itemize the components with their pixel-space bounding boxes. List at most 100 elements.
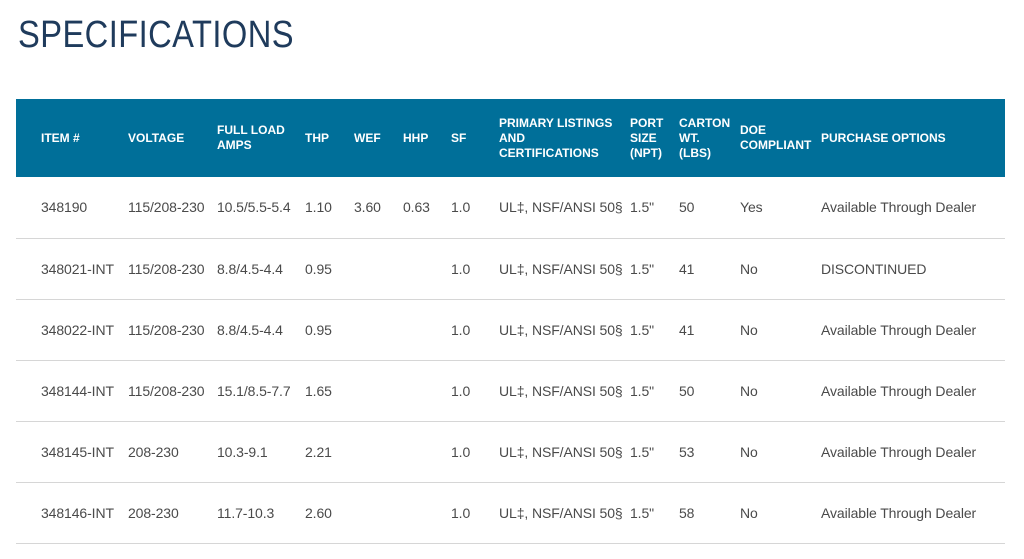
column-header: FULL LOAD AMPS (217, 99, 305, 177)
table-cell: 1.0 (451, 382, 471, 399)
column-header-line: CERTIFICATIONS (499, 145, 599, 160)
table-cell: 53 (679, 443, 695, 460)
table-header-row: ITEM # VOLTAGE FULL LOAD AMPS THP WEF HHP SF PRI… (16, 99, 1005, 177)
column-header-line: SF (451, 130, 467, 145)
table-cell: 41 (679, 321, 695, 338)
column-header: ITEM # (16, 99, 128, 177)
table-cell: 10.3-9.1 (217, 443, 268, 460)
column-header-line: (NPT) (630, 145, 662, 160)
table-cell: 2.60 (305, 504, 332, 521)
table-cell: 1.5" (630, 504, 655, 521)
table-cell: No (740, 382, 758, 399)
table-cell: 1.5" (630, 321, 655, 338)
table-cell: 2.21 (305, 443, 332, 460)
column-header: PRIMARY LISTINGS AND CERTIFICATIONS (499, 99, 630, 177)
table-cell: 115/208-230 (128, 382, 205, 399)
column-header: THP (305, 99, 354, 177)
table-cell: 1.10 (305, 199, 332, 216)
table-row: 348190 115/208-230 10.5/5.5-5.4 1.10 3.60 0.6… (16, 177, 1005, 238)
table-cell: 115/208-230 (128, 260, 205, 277)
table-cell: No (740, 504, 758, 521)
table-row: 348144-INT 115/208-230 15.1/8.5-7.7 1.65 1.0… (16, 360, 1005, 421)
table-cell: 1.0 (451, 443, 471, 460)
column-header-line: DOE (740, 123, 767, 137)
table-cell: 50 (679, 199, 695, 216)
table-row: 348145-INT 208-230 10.3-9.1 2.21 1.0 UL‡, NSF… (16, 421, 1005, 482)
table-cell: 3.60 (354, 199, 381, 216)
table-cell: 1.5" (630, 382, 655, 399)
column-header-line: HHP (403, 130, 429, 145)
table-cell: 15.1/8.5-7.7 (217, 382, 291, 399)
table-row: 348022-INT 115/208-230 8.8/4.5-4.4 0.95 1.0 U… (16, 299, 1005, 360)
table-cell: 8.8/4.5-4.4 (217, 260, 283, 277)
table-cell: No (740, 260, 758, 277)
table-cell: 11.7-10.3 (217, 504, 275, 521)
table-cell: 115/208-230 (128, 199, 205, 216)
column-header-line: (LBS) (679, 145, 711, 160)
column-header-line: FULL LOAD (217, 123, 285, 137)
table-cell: No (740, 443, 758, 460)
column-header: DOE COMPLIANT (740, 99, 821, 177)
table-cell: Available Through Dealer (821, 504, 977, 521)
table-cell: 348144-INT (41, 382, 114, 399)
column-header: CARTON WT. (LBS) (679, 99, 740, 177)
table-cell: 1.5" (630, 443, 655, 460)
table-cell: 348145-INT (41, 443, 114, 460)
table-cell: 0.95 (305, 260, 332, 277)
table-cell: 1.0 (451, 199, 471, 216)
column-header-line: PRIMARY LISTINGS (499, 115, 613, 130)
table-cell: 348021-INT (41, 260, 114, 277)
column-header-line: AND (499, 130, 525, 145)
table-cell: 1.0 (451, 504, 471, 521)
table-cell: 1.65 (305, 382, 332, 399)
table-cell: Available Through Dealer (821, 443, 977, 460)
table-cell (354, 238, 403, 299)
table-cell: 1.0 (451, 321, 471, 338)
table-cell: 348190 (41, 199, 88, 216)
table-cell: 348022-INT (41, 321, 114, 338)
table-cell: 41 (679, 260, 695, 277)
table-cell: Yes (740, 199, 763, 216)
table-cell: 8.8/4.5-4.4 (217, 321, 283, 338)
specifications-table: ITEM # VOLTAGE FULL LOAD AMPS THP WEF HHP SF PRI… (16, 99, 1005, 544)
column-header-line: AMPS (217, 138, 252, 152)
column-header-line: SIZE (630, 130, 657, 145)
column-header-line: THP (305, 130, 329, 145)
column-header-line: ITEM # (41, 130, 80, 145)
table-row: 348146-INT 208-230 11.7-10.3 2.60 1.0 UL‡, NS… (16, 482, 1005, 543)
table-cell: Available Through Dealer (821, 199, 977, 216)
table-cell: 115/208-230 (128, 321, 205, 338)
table-cell: 0.95 (305, 321, 332, 338)
column-header: WEF (354, 99, 403, 177)
column-header: PURCHASE OPTIONS (821, 99, 1005, 177)
column-header: VOLTAGE (128, 99, 217, 177)
table-cell (403, 238, 451, 299)
table-cell (354, 421, 403, 482)
table-cell: 58 (679, 504, 695, 521)
table-cell: UL‡, NSF/ANSI 50§ (499, 443, 623, 460)
table-cell: 50 (679, 382, 695, 399)
table-cell: No (740, 321, 758, 338)
table-cell: DISCONTINUED (821, 260, 927, 277)
column-header-line: PURCHASE OPTIONS (821, 130, 946, 145)
table-cell: 10.5/5.5-5.4 (217, 199, 291, 216)
table-cell: UL‡, NSF/ANSI 50§ (499, 260, 623, 277)
table-cell: 208-230 (128, 504, 179, 521)
table-cell: 1.5" (630, 199, 655, 216)
column-header: PORT SIZE (NPT) (630, 99, 679, 177)
column-header-line: WEF (354, 130, 381, 145)
table-body: 348190 115/208-230 10.5/5.5-5.4 1.10 3.60 0.6… (16, 177, 1005, 543)
table-cell (403, 482, 451, 543)
column-header-line: WT. (679, 130, 700, 145)
table-cell: 208-230 (128, 443, 179, 460)
table-cell: 348146-INT (41, 504, 114, 521)
table-cell: Available Through Dealer (821, 321, 977, 338)
column-header-line: COMPLIANT (740, 138, 812, 152)
table-cell: 1.0 (451, 260, 471, 277)
column-header: SF (451, 99, 499, 177)
table-cell: 1.5" (630, 260, 655, 277)
column-header-line: CARTON (679, 115, 731, 130)
table-cell (354, 482, 403, 543)
table-cell: UL‡, NSF/ANSI 50§ (499, 321, 623, 338)
table-cell (403, 421, 451, 482)
